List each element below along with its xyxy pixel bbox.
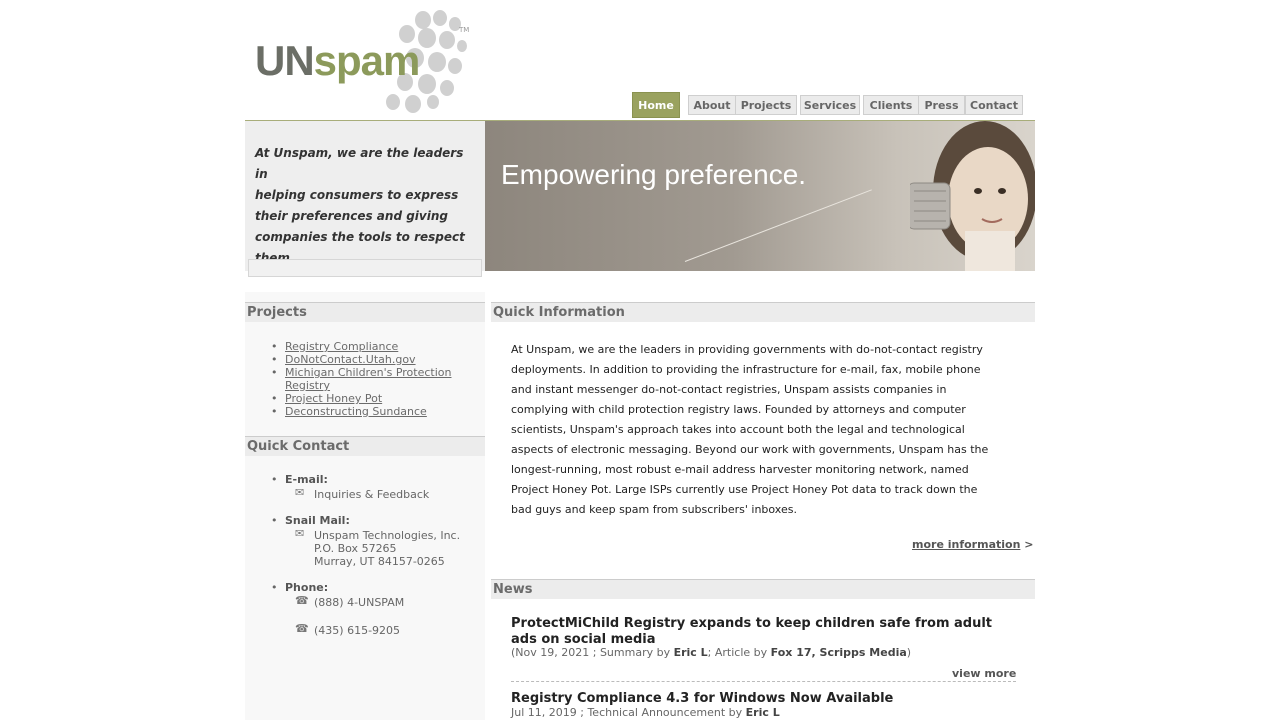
intro-panel: At Unspam, we are the leaders in helping… bbox=[245, 121, 485, 277]
intro-empty-field[interactable] bbox=[248, 259, 482, 277]
phone-number: (888) 4-UNSPAM bbox=[314, 596, 405, 609]
nav-press[interactable]: Press bbox=[918, 95, 965, 115]
project-link-registry-compliance[interactable]: Registry Compliance bbox=[285, 340, 398, 353]
intro-line: At Unspam, we are the leaders in bbox=[255, 146, 464, 181]
news-author-link[interactable]: Eric L bbox=[746, 706, 780, 719]
logo-trademark: TM bbox=[459, 26, 470, 34]
sidebar: Projects • Registry Compliance • DoNotCo… bbox=[245, 292, 485, 720]
news-heading: News bbox=[491, 579, 1035, 599]
info-line: aspects of electronic messaging. Beyond … bbox=[511, 443, 989, 456]
projects-heading: Projects bbox=[245, 302, 485, 322]
news-item-title[interactable]: Registry Compliance 4.3 for Windows Now … bbox=[511, 691, 1001, 707]
news-item-meta: Jul 11, 2019 ; Technical Announcement by… bbox=[511, 706, 780, 719]
more-information-link[interactable]: more information > bbox=[912, 538, 1033, 551]
project-link-registry[interactable]: Registry bbox=[285, 379, 330, 392]
address-line: Murray, UT 84157-0265 bbox=[314, 555, 445, 568]
intro-line: their preferences and giving bbox=[255, 209, 448, 223]
nav-clients[interactable]: Clients bbox=[863, 95, 919, 115]
project-link-donotcontact-utah[interactable]: DoNotContact.Utah.gov bbox=[285, 353, 416, 366]
inquiries-feedback-link[interactable]: Inquiries & Feedback bbox=[314, 488, 429, 501]
chevron-right-icon: > bbox=[1024, 538, 1034, 551]
list-bullet: • bbox=[271, 473, 278, 486]
intro-line: helping consumers to express bbox=[255, 188, 459, 202]
news-source-link[interactable]: Fox 17, Scripps Media bbox=[771, 646, 907, 659]
intro-text: At Unspam, we are the leaders in helping… bbox=[255, 143, 470, 269]
hero-banner: Empowering preference. bbox=[485, 121, 1035, 271]
news-author-link[interactable]: Eric L bbox=[674, 646, 708, 659]
address-line: Unspam Technologies, Inc. bbox=[314, 529, 461, 542]
phone-icon: ☎ bbox=[295, 622, 309, 635]
news-item-title[interactable]: ProtectMiChild Registry expands to keep … bbox=[511, 616, 1001, 648]
unspam-logo[interactable]: UNspam TM bbox=[255, 8, 475, 114]
list-bullet: • bbox=[271, 366, 278, 379]
banner-tagline: Empowering preference. bbox=[501, 159, 807, 190]
info-line: At Unspam, we are the leaders in providi… bbox=[511, 343, 983, 356]
phone-number: (435) 615-9205 bbox=[314, 624, 401, 637]
info-line: and instant messenger do-not-contact reg… bbox=[511, 383, 947, 396]
list-bullet: • bbox=[271, 392, 278, 405]
news-meta-text: (Nov 19, 2021 ; Summary by bbox=[511, 646, 674, 659]
project-link-honey-pot[interactable]: Project Honey Pot bbox=[285, 392, 382, 405]
view-more-link[interactable]: view more bbox=[952, 667, 1016, 680]
quick-information-heading: Quick Information bbox=[491, 302, 1035, 322]
project-link-deconstructing-sundance[interactable]: Deconstructing Sundance bbox=[285, 405, 427, 418]
quick-information-text: At Unspam, we are the leaders in providi… bbox=[511, 340, 1011, 520]
logo-wordmark: UNspam bbox=[255, 37, 421, 84]
phone-label: Phone: bbox=[285, 581, 329, 594]
phone-icon: ☎ bbox=[295, 594, 309, 607]
news-divider bbox=[511, 681, 1016, 682]
list-bullet: • bbox=[271, 340, 278, 353]
info-line: Project Honey Pot. Large ISPs currently … bbox=[511, 483, 978, 496]
news-meta-text: ; Article by bbox=[707, 646, 771, 659]
info-line: longest-running, most robust e-mail addr… bbox=[511, 463, 969, 476]
nav-projects[interactable]: Projects bbox=[735, 95, 797, 115]
news-item-meta: (Nov 19, 2021 ; Summary by Eric L; Artic… bbox=[511, 646, 911, 659]
list-bullet: • bbox=[271, 405, 278, 418]
news-meta-text: Jul 11, 2019 ; Technical Announcement by bbox=[511, 706, 746, 719]
address-line: P.O. Box 57265 bbox=[314, 542, 397, 555]
envelope-icon: ✉ bbox=[295, 486, 305, 499]
list-bullet: • bbox=[271, 353, 278, 366]
info-line: scientists, Unspam's approach takes into… bbox=[511, 423, 965, 436]
nav-about[interactable]: About bbox=[688, 95, 736, 115]
nav-contact[interactable]: Contact bbox=[965, 95, 1023, 115]
info-line: complying with child protection registry… bbox=[511, 403, 966, 416]
info-line: bad guys and keep spam from subscribers'… bbox=[511, 503, 797, 516]
child-with-tin-can-image bbox=[910, 121, 1035, 271]
more-information-label: more information bbox=[912, 538, 1021, 551]
nav-services[interactable]: Services bbox=[800, 95, 860, 115]
logo-un: UN bbox=[255, 37, 315, 84]
list-bullet: • bbox=[271, 581, 278, 594]
envelope-icon: ✉ bbox=[295, 527, 305, 540]
quick-contact-heading: Quick Contact bbox=[245, 436, 485, 456]
info-line: deployments. In addition to providing th… bbox=[511, 363, 981, 376]
intro-line: companies the tools to respect bbox=[255, 230, 465, 244]
list-bullet: • bbox=[271, 514, 278, 527]
news-meta-text: ) bbox=[906, 646, 912, 659]
email-label: E-mail: bbox=[285, 473, 328, 486]
nav-home[interactable]: Home bbox=[632, 92, 680, 118]
logo-spam: spam bbox=[313, 37, 421, 84]
banner-string bbox=[684, 189, 872, 262]
snail-mail-label: Snail Mail: bbox=[285, 514, 350, 527]
project-link-michigan-childrens-protection[interactable]: Michigan Children's Protection bbox=[285, 366, 451, 379]
